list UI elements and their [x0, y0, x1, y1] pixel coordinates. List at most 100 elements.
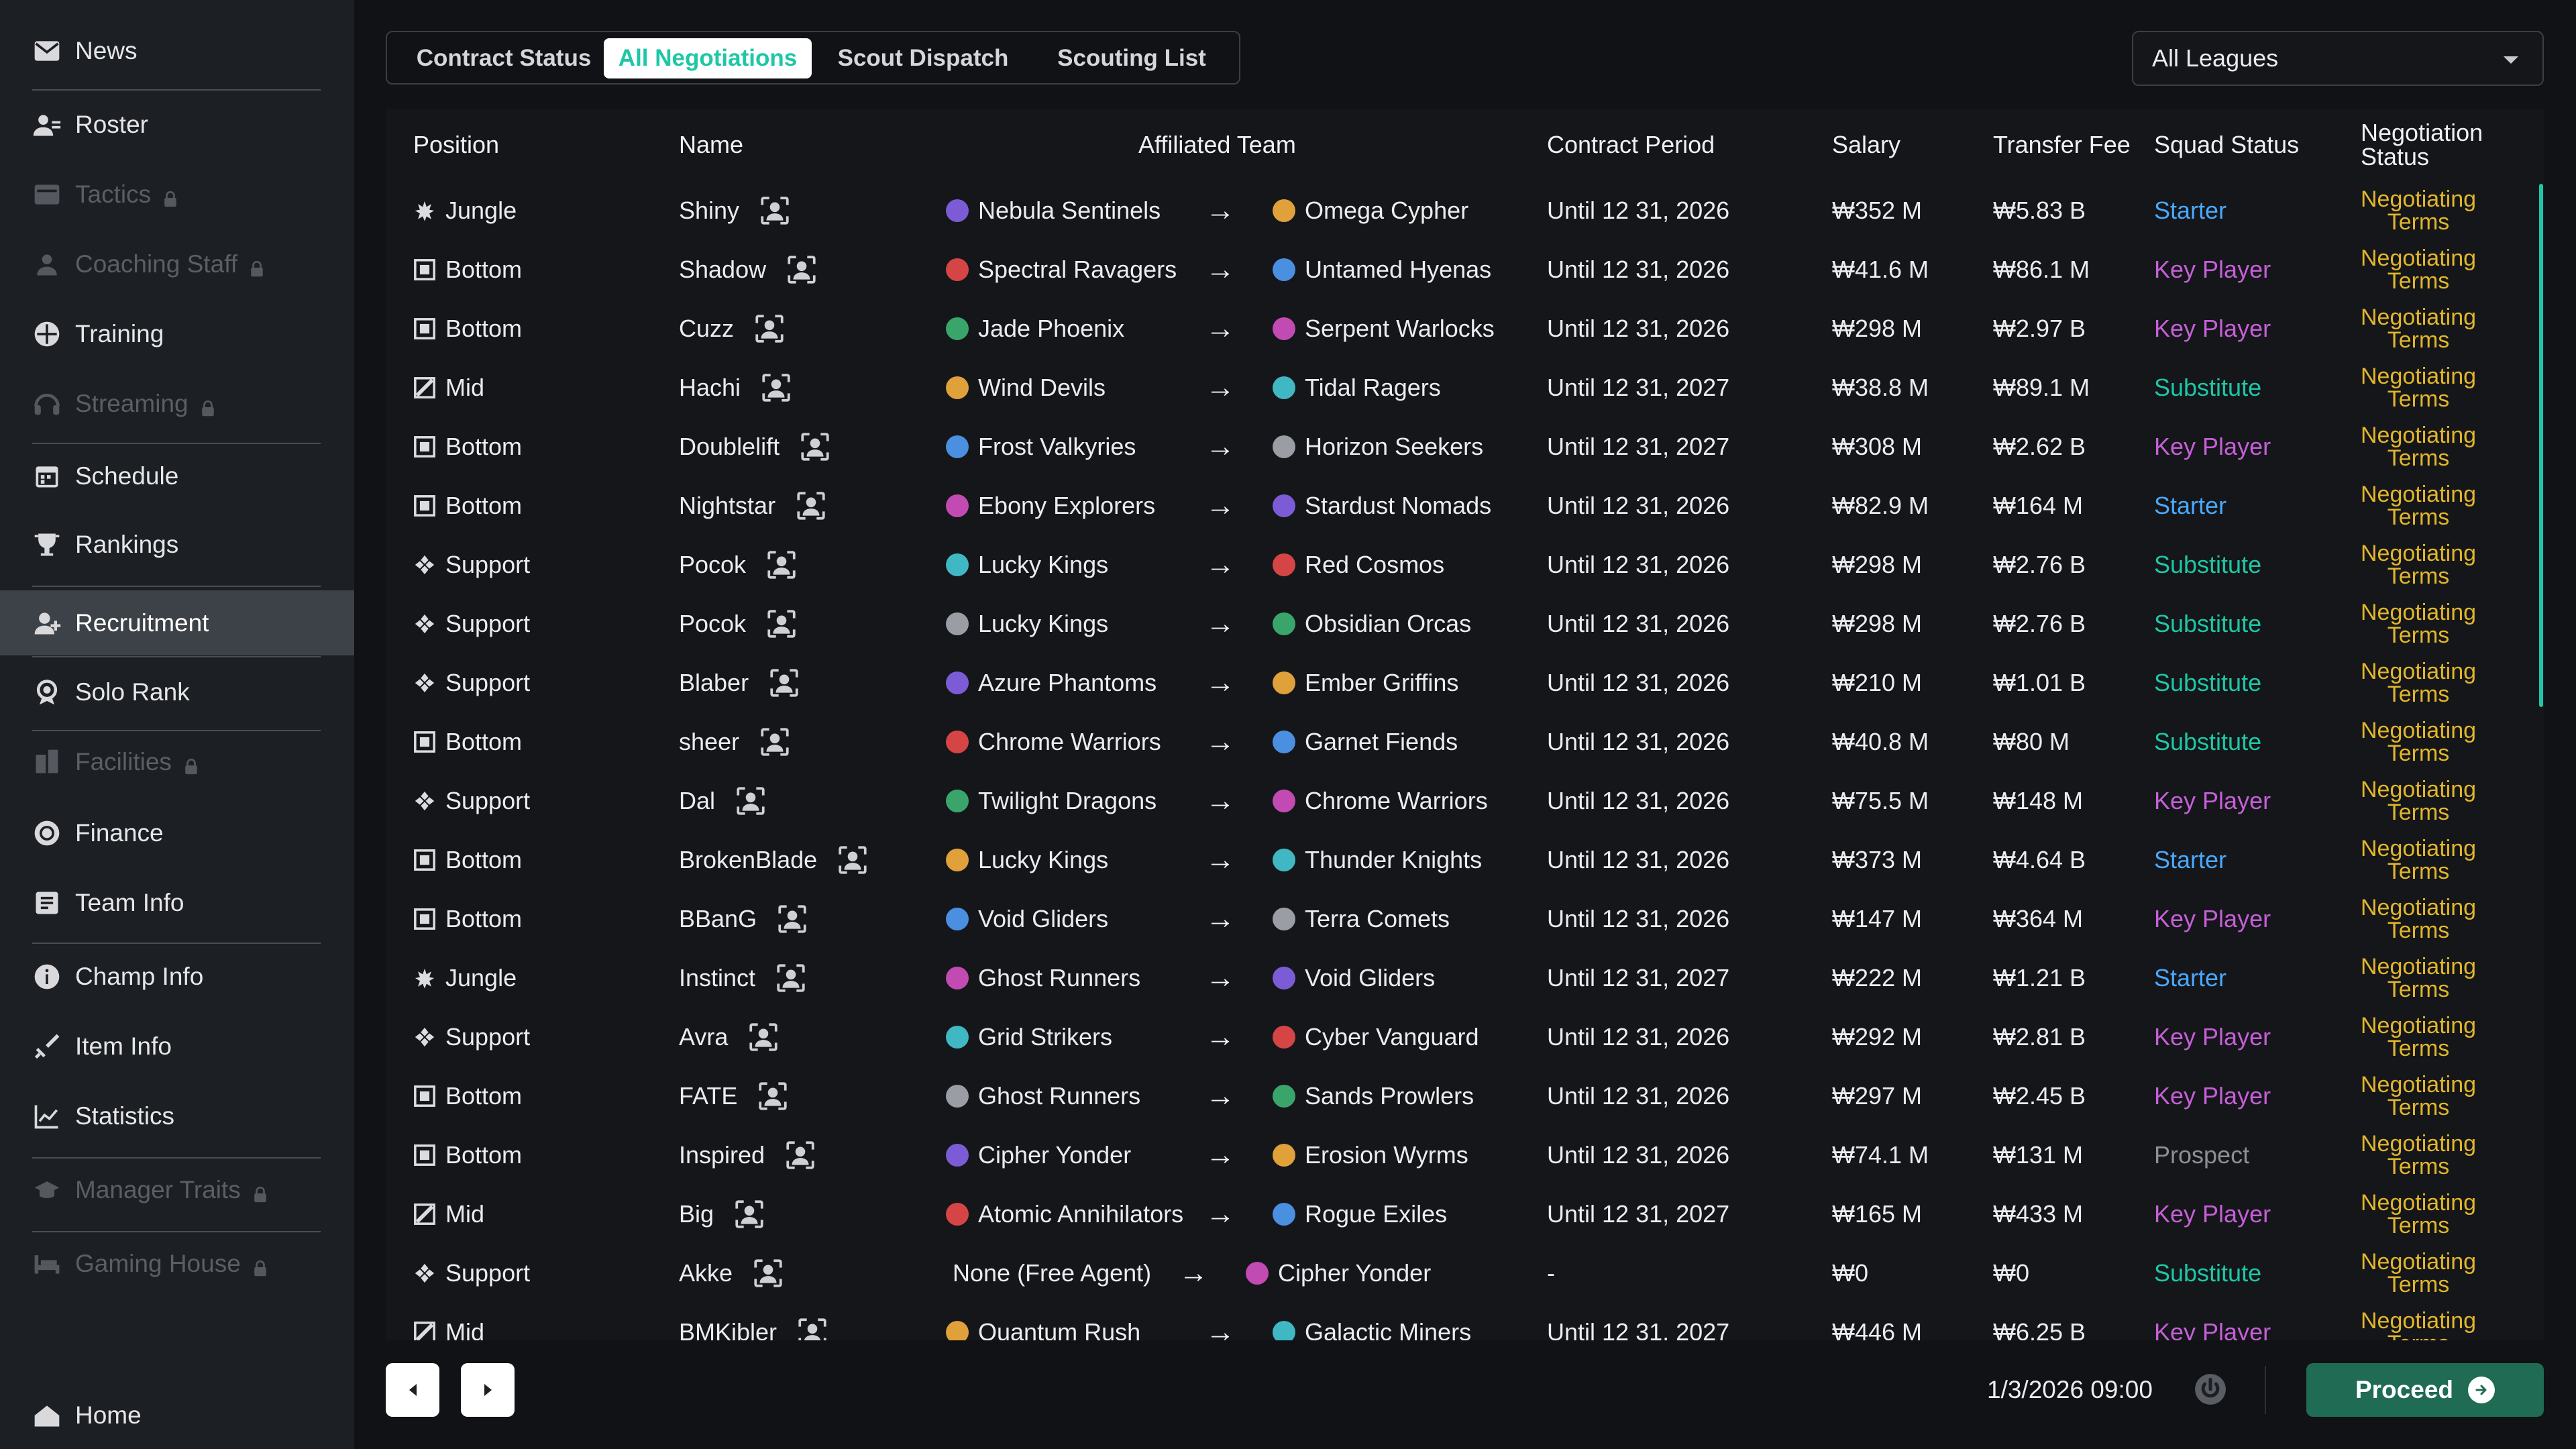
player-profile-icon[interactable]	[751, 1256, 785, 1290]
player-name[interactable]: Shiny	[679, 197, 739, 225]
header-name[interactable]: Name	[679, 109, 743, 181]
player-profile-icon[interactable]	[775, 902, 809, 936]
proceed-button[interactable]: Proceed	[2306, 1363, 2544, 1417]
player-profile-icon[interactable]	[796, 1316, 829, 1340]
sidebar-item-rankings[interactable]: Rankings	[0, 513, 354, 577]
player-name[interactable]: Blaber	[679, 669, 749, 697]
player-profile-icon[interactable]	[774, 961, 808, 995]
player-name[interactable]: Pocok	[679, 551, 746, 579]
player-name[interactable]: BMKibler	[679, 1318, 777, 1340]
sidebar-item-home[interactable]: Home	[0, 1383, 354, 1448]
player-profile-icon[interactable]	[758, 194, 792, 227]
power-icon[interactable]	[2194, 1373, 2227, 1406]
player-name[interactable]: sheer	[679, 728, 739, 756]
player-name[interactable]: Dal	[679, 787, 715, 815]
header-negotiation-status[interactable]: Negotiation Status	[2361, 109, 2483, 181]
prev-page-button[interactable]	[386, 1363, 439, 1417]
table-row[interactable]: Support Pocok Lucky Kings → Obsidian Orcas Un…	[386, 594, 2544, 653]
table-row[interactable]: Bottom Shadow Spectral Ravagers → Untamed Hy…	[386, 240, 2544, 299]
table-row[interactable]: Support Pocok Lucky Kings → Red Cosmos Until …	[386, 535, 2544, 594]
header-contract-period[interactable]: Contract Period	[1547, 109, 1715, 181]
tab-scouting-list[interactable]: Scouting List	[1034, 38, 1229, 78]
player-profile-icon[interactable]	[734, 784, 767, 818]
table-row[interactable]: Bottom Nightstar Ebony Explorers → Stardust …	[386, 476, 2544, 535]
sidebar-item-roster[interactable]: Roster	[0, 93, 354, 157]
player-name[interactable]: BrokenBlade	[679, 846, 817, 874]
negotiation-status: NegotiatingTerms	[2361, 949, 2476, 1008]
table-row[interactable]: Bottom Cuzz Jade Phoenix → Serpent Warlocks U…	[386, 299, 2544, 358]
player-name[interactable]: Instinct	[679, 964, 755, 992]
header-squad-status[interactable]: Squad Status	[2154, 109, 2299, 181]
name-cell: Dal	[679, 771, 767, 830]
header-position[interactable]: Position	[413, 109, 499, 181]
player-name[interactable]: Doublelift	[679, 433, 780, 461]
player-profile-icon[interactable]	[756, 1079, 790, 1113]
sidebar-item-label: Finance	[75, 819, 164, 847]
player-profile-icon[interactable]	[733, 1197, 766, 1231]
table-row[interactable]: Bottom sheer Chrome Warriors → Garnet Fiends…	[386, 712, 2544, 771]
sidebar-item-champ-info[interactable]: Champ Info	[0, 945, 354, 1009]
table-row[interactable]: Jungle Shiny Nebula Sentinels → Omega Cypher…	[386, 181, 2544, 240]
sidebar-item-finance[interactable]: Finance	[0, 801, 354, 865]
negotiation-status: NegotiatingTerms	[2361, 771, 2476, 830]
table-row[interactable]: Mid BMKibler Quantum Rush → Galactic Miners U…	[386, 1303, 2544, 1340]
sidebar-item-training[interactable]: Training	[0, 302, 354, 366]
player-profile-icon[interactable]	[758, 725, 792, 759]
player-name[interactable]: Shadow	[679, 256, 766, 284]
table-row[interactable]: Bottom BrokenBlade Lucky Kings → Thunder Kni…	[386, 830, 2544, 890]
table-row[interactable]: Mid Hachi Wind Devils → Tidal Ragers Until 12…	[386, 358, 2544, 417]
tab-contract-status[interactable]: Contract Status	[396, 38, 611, 78]
player-profile-icon[interactable]	[785, 253, 818, 286]
player-name[interactable]: Cuzz	[679, 315, 734, 343]
table-row[interactable]: Support Akke None (Free Agent) → Cipher Yond…	[386, 1244, 2544, 1303]
jungle-role-icon	[413, 967, 436, 989]
player-name[interactable]: Avra	[679, 1023, 728, 1051]
player-name[interactable]: Hachi	[679, 374, 741, 402]
sidebar-item-team-info[interactable]: Team Info	[0, 871, 354, 935]
sidebar-item-item-info[interactable]: Item Info	[0, 1014, 354, 1079]
table-row[interactable]: Support Dal Twilight Dragons → Chrome Warrio…	[386, 771, 2544, 830]
player-profile-icon[interactable]	[747, 1020, 780, 1054]
header-salary[interactable]: Salary	[1832, 109, 1900, 181]
table-scrollbar[interactable]	[2539, 184, 2543, 707]
header-affiliated-team[interactable]: Affiliated Team	[1138, 109, 1296, 181]
table-row[interactable]: Bottom BBanG Void Gliders → Terra Comets Unti…	[386, 890, 2544, 949]
player-profile-icon[interactable]	[765, 607, 798, 641]
team-logo-icon	[946, 1085, 969, 1108]
player-profile-icon[interactable]	[794, 489, 828, 523]
player-profile-icon[interactable]	[753, 312, 786, 345]
table-row[interactable]: Support Blaber Azure Phantoms → Ember Griffi…	[386, 653, 2544, 712]
player-profile-icon[interactable]	[798, 430, 832, 464]
next-page-button[interactable]	[461, 1363, 515, 1417]
player-name[interactable]: Big	[679, 1200, 714, 1228]
training-icon	[32, 319, 62, 349]
transfer-arrow-icon: →	[1205, 843, 1235, 876]
player-profile-icon[interactable]	[836, 843, 869, 877]
table-row[interactable]: Bottom FATE Ghost Runners → Sands Prowlers Un…	[386, 1067, 2544, 1126]
sidebar-item-statistics[interactable]: Statistics	[0, 1084, 354, 1148]
player-profile-icon[interactable]	[784, 1138, 817, 1172]
player-profile-icon[interactable]	[759, 371, 793, 405]
sidebar-item-recruitment[interactable]: Recruitment	[0, 590, 354, 655]
table-row[interactable]: Mid Big Atomic Annihilators → Rogue Exiles Un…	[386, 1185, 2544, 1244]
player-name[interactable]: Inspired	[679, 1141, 765, 1169]
player-name[interactable]: BBanG	[679, 905, 757, 933]
table-row[interactable]: Bottom Inspired Cipher Yonder → Erosion Wyrm…	[386, 1126, 2544, 1185]
tab-scout-dispatch[interactable]: Scout Dispatch	[822, 38, 1024, 78]
player-name[interactable]: Pocok	[679, 610, 746, 638]
table-row[interactable]: Bottom Doublelift Frost Valkyries → Horizon …	[386, 417, 2544, 476]
player-profile-icon[interactable]	[767, 666, 801, 700]
team-logo-icon	[946, 1026, 969, 1049]
tab-all-negotiations[interactable]: All Negotiations	[604, 38, 812, 78]
sidebar-item-schedule[interactable]: Schedule	[0, 444, 354, 508]
league-select[interactable]: All Leagues	[2132, 31, 2544, 86]
player-name[interactable]: Akke	[679, 1259, 733, 1287]
player-name[interactable]: FATE	[679, 1082, 737, 1110]
header-transfer-fee[interactable]: Transfer Fee	[1993, 109, 2131, 181]
sidebar-item-news[interactable]: News	[0, 19, 354, 83]
table-row[interactable]: Support Avra Grid Strikers → Cyber Vanguard U…	[386, 1008, 2544, 1067]
player-name[interactable]: Nightstar	[679, 492, 775, 520]
sidebar-item-solo-rank[interactable]: Solo Rank	[0, 660, 354, 724]
table-row[interactable]: Jungle Instinct Ghost Runners → Void Gliders…	[386, 949, 2544, 1008]
player-profile-icon[interactable]	[765, 548, 798, 582]
